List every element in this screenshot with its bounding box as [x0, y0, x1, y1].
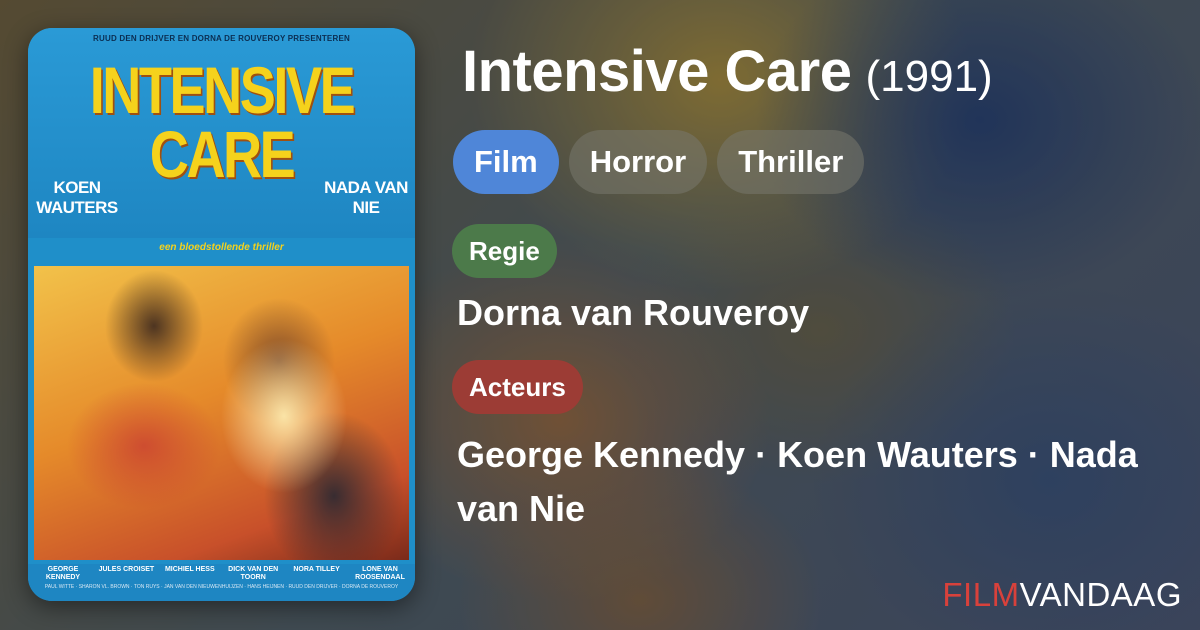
director-label: Regie	[452, 224, 557, 278]
movie-title-row: Intensive Care (1991)	[462, 38, 993, 105]
brand-logo-part1: FILM	[942, 576, 1020, 613]
poster-credits: GEORGE KENNEDY JULES CROISET MICHIEL HES…	[28, 564, 415, 601]
actors-label: Acteurs	[452, 360, 583, 414]
poster-artwork	[34, 266, 409, 560]
poster-title: INTENSIVE CARE	[63, 53, 380, 191]
poster-credit: GEORGE KENNEDY	[45, 566, 81, 581]
poster-credit: NORA TILLEY	[293, 566, 340, 573]
poster-credit: DICK VAN DEN TOORN	[228, 566, 279, 581]
director-name[interactable]: Dorna van Rouveroy	[457, 292, 809, 334]
poster-credit: LONE VAN ROOSENDAAL	[355, 566, 405, 581]
poster-credit: MICHIEL HESS	[164, 566, 215, 573]
poster-presenters: RUUD DEN DRIJVER EN DORNA DE ROUVEROY PR…	[93, 34, 350, 43]
movie-title: Intensive Care	[462, 39, 852, 104]
poster-header: RUUD DEN DRIJVER EN DORNA DE ROUVEROY PR…	[28, 28, 415, 238]
tag-film[interactable]: Film	[453, 130, 559, 194]
movie-poster[interactable]: RUUD DEN DRIJVER EN DORNA DE ROUVEROY PR…	[28, 28, 415, 601]
poster-tagline: een bloedstollende thriller	[159, 242, 284, 253]
poster-credits-small: PAUL WITTE · SHARON VL. BROWN · TON RUYS…	[44, 584, 399, 590]
poster-actor-right: NADA VAN NIE	[324, 178, 408, 217]
movie-year: (1991)	[865, 52, 993, 101]
poster-credit: JULES CROISET	[98, 566, 155, 573]
genre-tags: Film Horror Thriller	[453, 130, 865, 194]
poster-title-line1: INTENSIVE	[89, 53, 356, 127]
brand-logo-part2: VANDAAG	[1019, 576, 1182, 613]
tag-horror[interactable]: Horror	[568, 130, 708, 194]
tag-thriller[interactable]: Thriller	[717, 130, 865, 194]
actors-list[interactable]: George Kennedy · Koen Wauters · Nada van…	[457, 428, 1157, 536]
poster-actor-left: KOEN WAUTERS	[36, 178, 118, 217]
brand-logo[interactable]: FILMVANDAAG	[942, 576, 1182, 614]
poster-title-line2: CARE	[149, 117, 296, 191]
